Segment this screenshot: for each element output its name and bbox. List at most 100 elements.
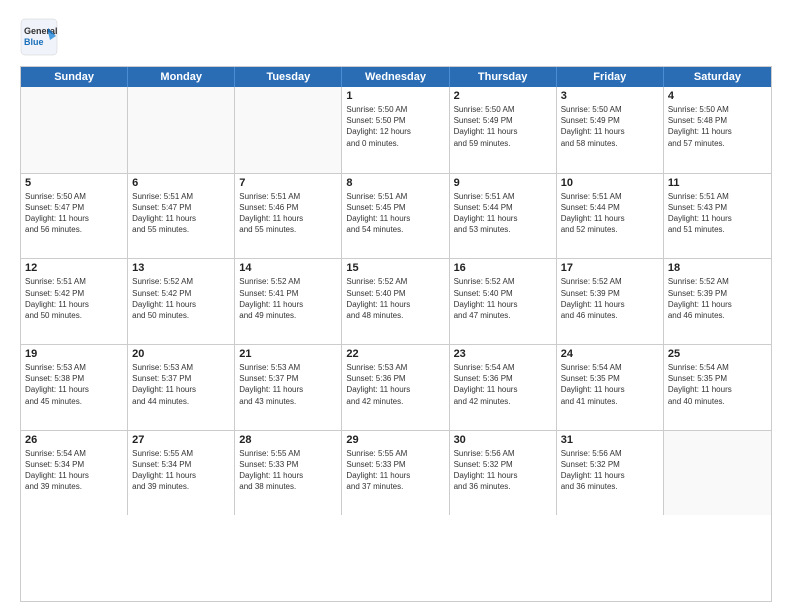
- day-info: Sunrise: 5:53 AM Sunset: 5:37 PM Dayligh…: [239, 362, 337, 407]
- day-number: 7: [239, 177, 337, 189]
- week-row-3: 19 Sunrise: 5:53 AM Sunset: 5:38 PM Dayli…: [21, 344, 771, 430]
- day-info: Sunrise: 5:54 AM Sunset: 5:35 PM Dayligh…: [561, 362, 659, 407]
- day-number: 27: [132, 434, 230, 446]
- day-number: 15: [346, 262, 444, 274]
- day-cell-17: 17 Sunrise: 5:52 AM Sunset: 5:39 PM Dayli…: [557, 259, 664, 344]
- day-cell-6: 6 Sunrise: 5:51 AM Sunset: 5:47 PM Daylig…: [128, 174, 235, 259]
- day-info: Sunrise: 5:52 AM Sunset: 5:40 PM Dayligh…: [454, 276, 552, 321]
- day-cell-7: 7 Sunrise: 5:51 AM Sunset: 5:46 PM Daylig…: [235, 174, 342, 259]
- day-number: 23: [454, 348, 552, 360]
- day-number: 6: [132, 177, 230, 189]
- header-day-monday: Monday: [128, 67, 235, 87]
- week-row-2: 12 Sunrise: 5:51 AM Sunset: 5:42 PM Dayli…: [21, 258, 771, 344]
- calendar: SundayMondayTuesdayWednesdayThursdayFrid…: [20, 66, 772, 602]
- empty-cell-0-0: [21, 87, 128, 173]
- day-cell-15: 15 Sunrise: 5:52 AM Sunset: 5:40 PM Dayli…: [342, 259, 449, 344]
- day-cell-25: 25 Sunrise: 5:54 AM Sunset: 5:35 PM Dayli…: [664, 345, 771, 430]
- day-info: Sunrise: 5:55 AM Sunset: 5:34 PM Dayligh…: [132, 448, 230, 493]
- logo-wrapper: General Blue: [20, 18, 58, 56]
- day-number: 11: [668, 177, 767, 189]
- day-cell-3: 3 Sunrise: 5:50 AM Sunset: 5:49 PM Daylig…: [557, 87, 664, 173]
- day-number: 18: [668, 262, 767, 274]
- day-info: Sunrise: 5:52 AM Sunset: 5:40 PM Dayligh…: [346, 276, 444, 321]
- day-info: Sunrise: 5:51 AM Sunset: 5:47 PM Dayligh…: [132, 191, 230, 236]
- day-cell-24: 24 Sunrise: 5:54 AM Sunset: 5:35 PM Dayli…: [557, 345, 664, 430]
- day-info: Sunrise: 5:50 AM Sunset: 5:48 PM Dayligh…: [668, 104, 767, 149]
- day-cell-18: 18 Sunrise: 5:52 AM Sunset: 5:39 PM Dayli…: [664, 259, 771, 344]
- day-info: Sunrise: 5:52 AM Sunset: 5:39 PM Dayligh…: [561, 276, 659, 321]
- day-number: 17: [561, 262, 659, 274]
- day-number: 9: [454, 177, 552, 189]
- day-cell-22: 22 Sunrise: 5:53 AM Sunset: 5:36 PM Dayli…: [342, 345, 449, 430]
- day-cell-11: 11Sunrise: 5:51 AM Sunset: 5:43 PM Dayli…: [664, 174, 771, 259]
- day-number: 5: [25, 177, 123, 189]
- header-day-tuesday: Tuesday: [235, 67, 342, 87]
- day-cell-12: 12 Sunrise: 5:51 AM Sunset: 5:42 PM Dayli…: [21, 259, 128, 344]
- empty-cell-0-2: [235, 87, 342, 173]
- day-number: 21: [239, 348, 337, 360]
- day-info: Sunrise: 5:56 AM Sunset: 5:32 PM Dayligh…: [454, 448, 552, 493]
- day-info: Sunrise: 5:52 AM Sunset: 5:42 PM Dayligh…: [132, 276, 230, 321]
- day-cell-2: 2Sunrise: 5:50 AM Sunset: 5:49 PM Daylig…: [450, 87, 557, 173]
- day-cell-27: 27 Sunrise: 5:55 AM Sunset: 5:34 PM Dayli…: [128, 431, 235, 516]
- day-info: Sunrise: 5:51 AM Sunset: 5:44 PM Dayligh…: [454, 191, 552, 236]
- empty-cell-4-6: [664, 431, 771, 516]
- day-info: Sunrise: 5:51 AM Sunset: 5:42 PM Dayligh…: [25, 276, 123, 321]
- day-info: Sunrise: 5:56 AM Sunset: 5:32 PM Dayligh…: [561, 448, 659, 493]
- header: General Blue: [20, 18, 772, 56]
- day-info: Sunrise: 5:54 AM Sunset: 5:36 PM Dayligh…: [454, 362, 552, 407]
- day-number: 24: [561, 348, 659, 360]
- empty-cell-0-1: [128, 87, 235, 173]
- day-info: Sunrise: 5:51 AM Sunset: 5:46 PM Dayligh…: [239, 191, 337, 236]
- day-number: 30: [454, 434, 552, 446]
- calendar-body: 1 Sunrise: 5:50 AM Sunset: 5:50 PM Daylig…: [21, 87, 771, 601]
- day-cell-5: 5 Sunrise: 5:50 AM Sunset: 5:47 PM Daylig…: [21, 174, 128, 259]
- day-cell-31: 31Sunrise: 5:56 AM Sunset: 5:32 PM Dayli…: [557, 431, 664, 516]
- header-day-saturday: Saturday: [664, 67, 771, 87]
- day-info: Sunrise: 5:51 AM Sunset: 5:45 PM Dayligh…: [346, 191, 444, 236]
- day-info: Sunrise: 5:53 AM Sunset: 5:36 PM Dayligh…: [346, 362, 444, 407]
- day-cell-20: 20 Sunrise: 5:53 AM Sunset: 5:37 PM Dayli…: [128, 345, 235, 430]
- day-cell-9: 9 Sunrise: 5:51 AM Sunset: 5:44 PM Daylig…: [450, 174, 557, 259]
- day-info: Sunrise: 5:50 AM Sunset: 5:49 PM Dayligh…: [561, 104, 659, 149]
- day-info: Sunrise: 5:51 AM Sunset: 5:44 PM Dayligh…: [561, 191, 659, 236]
- header-day-wednesday: Wednesday: [342, 67, 449, 87]
- day-cell-1: 1 Sunrise: 5:50 AM Sunset: 5:50 PM Daylig…: [342, 87, 449, 173]
- day-number: 13: [132, 262, 230, 274]
- day-cell-10: 10Sunrise: 5:51 AM Sunset: 5:44 PM Dayli…: [557, 174, 664, 259]
- week-row-4: 26Sunrise: 5:54 AM Sunset: 5:34 PM Dayli…: [21, 430, 771, 516]
- day-info: Sunrise: 5:54 AM Sunset: 5:35 PM Dayligh…: [668, 362, 767, 407]
- header-day-sunday: Sunday: [21, 67, 128, 87]
- day-cell-28: 28Sunrise: 5:55 AM Sunset: 5:33 PM Dayli…: [235, 431, 342, 516]
- day-cell-13: 13 Sunrise: 5:52 AM Sunset: 5:42 PM Dayli…: [128, 259, 235, 344]
- day-info: Sunrise: 5:52 AM Sunset: 5:39 PM Dayligh…: [668, 276, 767, 321]
- day-cell-30: 30 Sunrise: 5:56 AM Sunset: 5:32 PM Dayli…: [450, 431, 557, 516]
- day-cell-29: 29Sunrise: 5:55 AM Sunset: 5:33 PM Dayli…: [342, 431, 449, 516]
- day-cell-14: 14Sunrise: 5:52 AM Sunset: 5:41 PM Dayli…: [235, 259, 342, 344]
- day-number: 1: [346, 90, 444, 102]
- day-number: 3: [561, 90, 659, 102]
- day-cell-16: 16Sunrise: 5:52 AM Sunset: 5:40 PM Dayli…: [450, 259, 557, 344]
- logo-icon: General Blue: [20, 18, 58, 56]
- week-row-0: 1 Sunrise: 5:50 AM Sunset: 5:50 PM Daylig…: [21, 87, 771, 173]
- header-day-thursday: Thursday: [450, 67, 557, 87]
- day-number: 12: [25, 262, 123, 274]
- day-info: Sunrise: 5:55 AM Sunset: 5:33 PM Dayligh…: [346, 448, 444, 493]
- day-number: 26: [25, 434, 123, 446]
- calendar-header: SundayMondayTuesdayWednesdayThursdayFrid…: [21, 67, 771, 87]
- day-number: 19: [25, 348, 123, 360]
- day-info: Sunrise: 5:50 AM Sunset: 5:50 PM Dayligh…: [346, 104, 444, 149]
- day-number: 20: [132, 348, 230, 360]
- svg-text:Blue: Blue: [24, 37, 44, 47]
- day-info: Sunrise: 5:53 AM Sunset: 5:37 PM Dayligh…: [132, 362, 230, 407]
- day-number: 8: [346, 177, 444, 189]
- day-cell-8: 8 Sunrise: 5:51 AM Sunset: 5:45 PM Daylig…: [342, 174, 449, 259]
- day-info: Sunrise: 5:50 AM Sunset: 5:47 PM Dayligh…: [25, 191, 123, 236]
- day-cell-21: 21 Sunrise: 5:53 AM Sunset: 5:37 PM Dayli…: [235, 345, 342, 430]
- day-cell-23: 23 Sunrise: 5:54 AM Sunset: 5:36 PM Dayli…: [450, 345, 557, 430]
- day-number: 22: [346, 348, 444, 360]
- day-number: 25: [668, 348, 767, 360]
- day-number: 2: [454, 90, 552, 102]
- day-info: Sunrise: 5:53 AM Sunset: 5:38 PM Dayligh…: [25, 362, 123, 407]
- day-info: Sunrise: 5:55 AM Sunset: 5:33 PM Dayligh…: [239, 448, 337, 493]
